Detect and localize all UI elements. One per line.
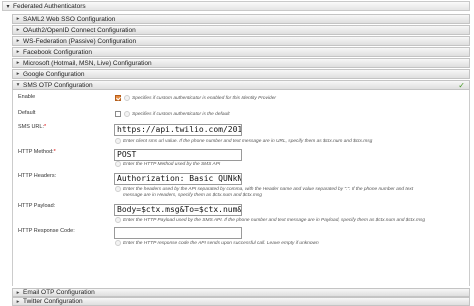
sms-url-input[interactable]: https://api.twilio.com/2010-04-01 — [114, 124, 242, 136]
http-response-code-label: HTTP Response Code: — [18, 228, 75, 234]
section-google[interactable]: ▸ Google Configuration — [12, 69, 470, 79]
enable-checkbox[interactable] — [115, 95, 121, 101]
section-title: Email OTP Configuration — [23, 289, 95, 296]
section-wsfed[interactable]: ▸ WS-Federation (Passive) Configuration — [12, 36, 470, 46]
http-headers-hint-2: message are in Headers, specify them as … — [123, 193, 262, 198]
default-hint: Specifies if custom authenticator is the… — [132, 112, 230, 117]
http-response-code-hint: Enter the HTTP response code the API sen… — [123, 241, 319, 246]
sms-url-label-text: SMS URL: — [18, 124, 44, 130]
federated-authenticators-header[interactable]: ▾ Federated Authenticators — [2, 1, 470, 11]
http-method-hint: Enter the HTTP Method used by the SMS AP… — [123, 162, 221, 167]
authenticators-page: ▾ Federated Authenticators ▸ SAML2 Web S… — [0, 0, 474, 306]
collapse-arrow-icon: ▾ — [16, 82, 20, 88]
http-payload-label: HTTP Payload: — [18, 203, 56, 209]
expand-arrow-icon: ▸ — [16, 27, 20, 33]
section-title: Twitter Configuration — [23, 298, 83, 305]
info-icon — [115, 138, 121, 144]
section-saml2[interactable]: ▸ SAML2 Web SSO Configuration — [12, 14, 470, 24]
section-title: WS-Federation (Passive) Configuration — [23, 37, 137, 45]
expand-arrow-icon: ▾ — [6, 3, 10, 10]
info-icon — [124, 111, 130, 117]
section-title: Microsoft (Hotmail, MSN, Live) Configura… — [23, 59, 152, 67]
http-response-code-input[interactable] — [114, 227, 242, 239]
section-facebook[interactable]: ▸ Facebook Configuration — [12, 47, 470, 57]
info-icon — [115, 186, 121, 192]
http-headers-input[interactable]: Authorization: Basic QUNkNWFjN — [114, 173, 242, 185]
section-title: Facebook Configuration — [23, 48, 93, 56]
info-icon — [115, 217, 121, 223]
section-title: SMS OTP Configuration — [23, 81, 93, 89]
section-title: Google Configuration — [23, 70, 85, 78]
info-icon — [115, 240, 121, 246]
section-oauth2[interactable]: ▸ OAuth2/OpenID Connect Configuration — [12, 25, 470, 35]
info-icon — [124, 95, 130, 101]
section-title: OAuth2/OpenID Connect Configuration — [23, 26, 136, 34]
header-title: Federated Authenticators — [13, 2, 86, 10]
section-sms-otp[interactable]: ▾ SMS OTP Configuration ✓ — [12, 80, 470, 90]
section-microsoft[interactable]: ▸ Microsoft (Hotmail, MSN, Live) Configu… — [12, 58, 470, 68]
section-email-otp[interactable]: ▸ Email OTP Configuration — [12, 288, 470, 297]
section-title: SAML2 Web SSO Configuration — [23, 15, 116, 23]
http-headers-label: HTTP Headers: — [18, 173, 57, 179]
expand-arrow-icon: ▸ — [16, 71, 20, 77]
default-label: Default — [18, 110, 36, 116]
http-method-label-text: HTTP Method: — [18, 149, 54, 155]
expand-arrow-icon: ▸ — [16, 38, 20, 44]
expand-arrow-icon: ▸ — [16, 16, 20, 22]
http-method-label: HTTP Method:* — [18, 149, 56, 155]
http-method-input[interactable]: POST — [114, 149, 242, 161]
expand-arrow-icon: ▸ — [16, 49, 20, 55]
enable-label: Enable — [18, 94, 36, 100]
sms-url-hint: Enter client sms url value. If the phone… — [123, 139, 373, 144]
http-payload-input[interactable]: Body=$ctx.msg&To=$ctx.num&Fr — [114, 204, 242, 216]
enable-hint: Specifies if custom authenticator is ena… — [132, 96, 276, 101]
default-checkbox[interactable] — [115, 111, 121, 117]
expand-arrow-icon: ▸ — [16, 298, 20, 305]
expand-arrow-icon: ▸ — [16, 289, 20, 296]
http-payload-hint: Enter the HTTP Payload used by the SMS A… — [123, 218, 426, 223]
expand-arrow-icon: ▸ — [16, 60, 20, 66]
http-headers-hint-1: Enter the headers used by the API separa… — [123, 187, 414, 192]
info-icon — [115, 161, 121, 167]
sms-url-label: SMS URL:* — [18, 124, 47, 130]
